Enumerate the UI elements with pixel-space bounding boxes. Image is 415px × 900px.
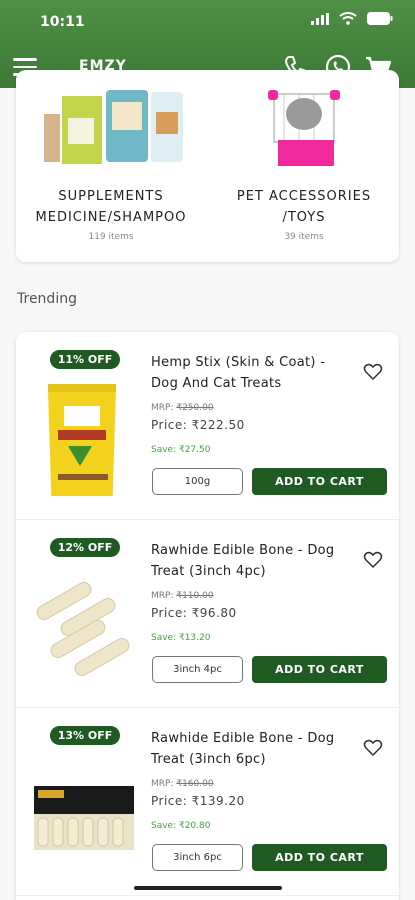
wishlist-heart-icon[interactable] [363, 550, 383, 570]
product-list: 11% OFF Hemp Stix (Skin & Coat) - Dog An… [16, 332, 399, 900]
product-name[interactable]: Rawhide Edible Bone - Dog Treat (3inch 6… [151, 728, 351, 770]
add-to-cart-button[interactable]: ADD TO CART [252, 656, 387, 683]
category-accessories[interactable]: PET ACCESSORIES /TOYS 39 items [209, 88, 399, 242]
product-name[interactable]: Rawhide Edible Bone - Dog Treat (3inch 4… [151, 540, 351, 582]
battery-icon [367, 12, 393, 25]
signal-icon [311, 12, 329, 25]
supplements-image [16, 88, 206, 172]
accessories-image [209, 88, 399, 172]
product-save: Save: ₹27.50 [151, 445, 211, 455]
add-to-cart-button[interactable]: ADD TO CART [252, 468, 387, 495]
status-icons [311, 12, 393, 25]
product-card[interactable]: 13% OFF Rawhide Edible Bone - Dog Treat … [16, 708, 399, 896]
category-name-line2: MEDICINE/SHAMPOO [35, 210, 187, 225]
product-image [48, 384, 116, 496]
product-price: Price: ₹222.50 [151, 418, 245, 432]
status-time: 10:11 [40, 14, 85, 30]
category-card: SUPPLEMENTS MEDICINE/SHAMPOO 119 items P… [16, 70, 399, 262]
product-mrp: MRP: ₹110.00 [151, 591, 214, 601]
wishlist-heart-icon[interactable] [363, 738, 383, 758]
product-image [36, 582, 130, 676]
variant-select[interactable]: 100g [152, 468, 243, 495]
section-title-trending: Trending [17, 291, 77, 307]
product-save: Save: ₹20.80 [151, 821, 211, 831]
variant-select[interactable]: 3inch 4pc [152, 656, 243, 683]
product-image [34, 786, 134, 850]
product-mrp: MRP: ₹160.00 [151, 779, 214, 789]
product-price: Price: ₹139.20 [151, 794, 245, 808]
product-name[interactable]: Hemp Stix (Skin & Coat) - Dog And Cat Tr… [151, 352, 351, 394]
category-count: 119 items [88, 232, 134, 242]
category-name-line1: SUPPLEMENTS [58, 189, 164, 204]
category-name-line1: PET ACCESSORIES [236, 189, 372, 204]
home-indicator[interactable] [134, 886, 282, 890]
variant-select[interactable]: 3inch 6pc [152, 844, 243, 871]
product-card[interactable]: 12% OFF Rawhide Edible Bone - Dog Treat … [16, 520, 399, 708]
category-supplements[interactable]: SUPPLEMENTS MEDICINE/SHAMPOO 119 items [16, 88, 206, 242]
category-count: 39 items [284, 232, 324, 242]
product-price: Price: ₹96.80 [151, 606, 237, 620]
product-mrp: MRP: ₹250.00 [151, 403, 214, 413]
product-card[interactable]: 11% OFF Hemp Stix (Skin & Coat) - Dog An… [16, 332, 399, 520]
wishlist-heart-icon[interactable] [363, 362, 383, 382]
category-name-line2: /TOYS [282, 210, 326, 225]
add-to-cart-button[interactable]: ADD TO CART [252, 844, 387, 871]
wifi-icon [339, 12, 357, 25]
product-save: Save: ₹13.20 [151, 633, 211, 643]
